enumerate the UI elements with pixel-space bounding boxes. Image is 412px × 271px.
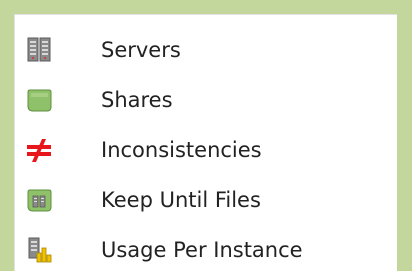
nav-item-label: Keep Until Files bbox=[101, 188, 261, 212]
keep-files-icon bbox=[25, 187, 53, 213]
nav-item-servers[interactable]: Servers bbox=[15, 32, 397, 68]
nav-item-inconsistencies[interactable]: Inconsistencies bbox=[15, 132, 397, 168]
usage-chart-icon bbox=[25, 237, 53, 263]
nav-item-usage-per-instance[interactable]: Usage Per Instance bbox=[15, 232, 397, 268]
nav-item-keep-until-files[interactable]: Keep Until Files bbox=[15, 182, 397, 218]
screenshot-frame: Servers Shares Inconsistencies Keep Unti… bbox=[0, 0, 412, 271]
share-folder-icon bbox=[25, 87, 53, 113]
nav-item-shares[interactable]: Shares bbox=[15, 82, 397, 118]
nav-item-label: Usage Per Instance bbox=[101, 238, 303, 262]
navigation-tree-panel: Servers Shares Inconsistencies Keep Unti… bbox=[14, 14, 397, 271]
nav-item-label: Inconsistencies bbox=[101, 138, 262, 162]
nav-item-label: Shares bbox=[101, 88, 173, 112]
not-equal-icon bbox=[25, 137, 53, 163]
nav-item-label: Servers bbox=[101, 38, 181, 62]
servers-icon bbox=[25, 37, 53, 63]
